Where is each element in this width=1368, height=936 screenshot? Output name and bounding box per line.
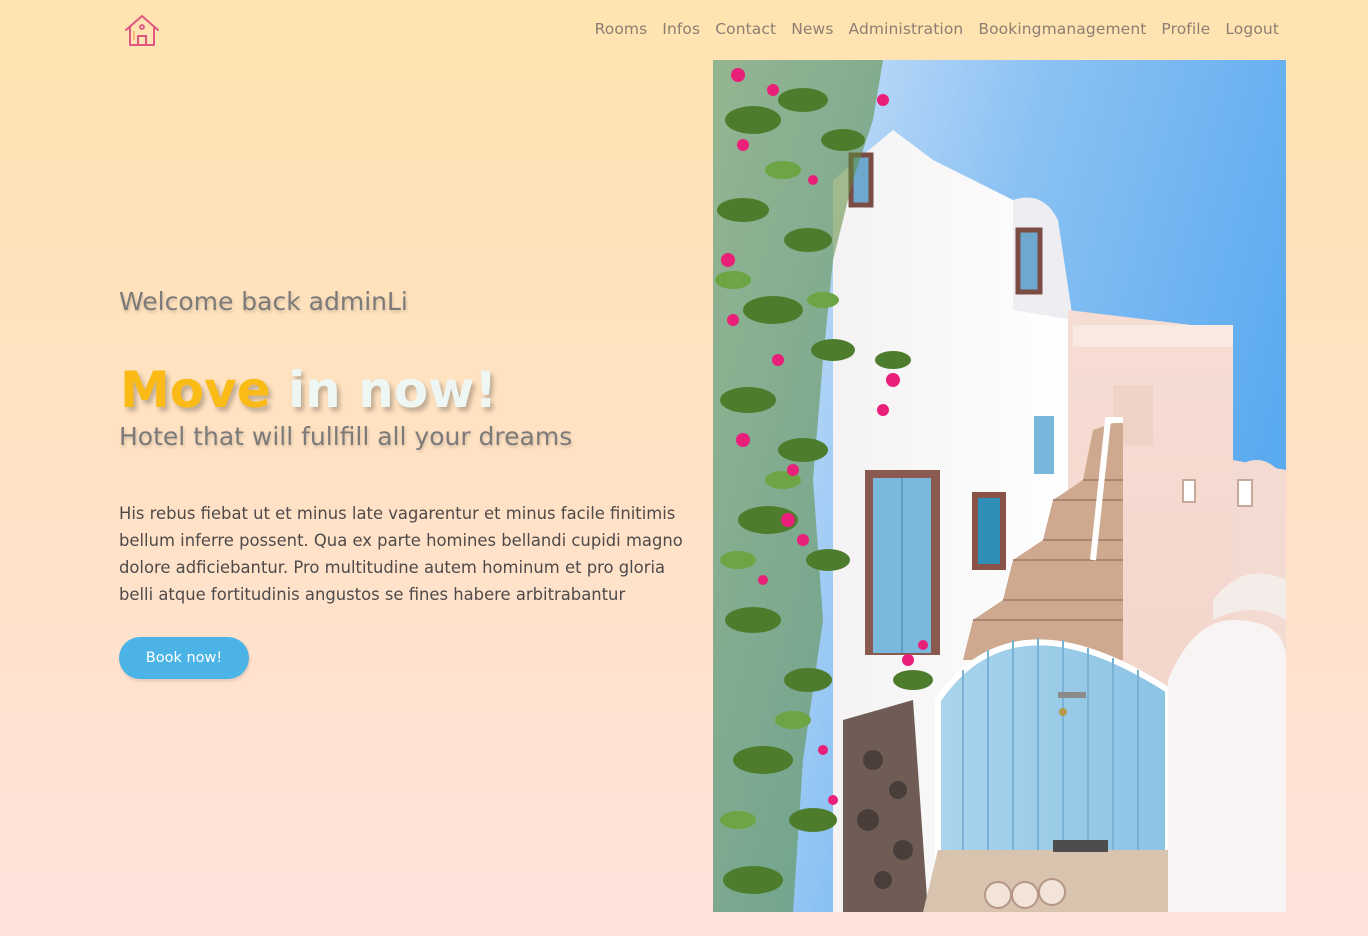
nav-administration[interactable]: Administration [849, 20, 964, 38]
main-nav: Rooms Infos Contact News Administration … [580, 20, 1279, 38]
nav-logout[interactable]: Logout [1225, 20, 1279, 38]
welcome-message: Welcome back adminLi [119, 287, 408, 316]
hero-subtitle: Hotel that will fullfill all your dreams [119, 422, 573, 451]
nav-profile[interactable]: Profile [1161, 20, 1210, 38]
hero-description: His rebus fiebat ut et minus late vagare… [119, 504, 683, 604]
hero-title: Move in now! [120, 356, 497, 424]
nav-contact[interactable]: Contact [715, 20, 776, 38]
hero-title-accent: Move [120, 361, 271, 419]
nav-rooms[interactable]: Rooms [595, 20, 648, 38]
book-now-button[interactable]: Book now! [119, 637, 249, 679]
hero-image [713, 60, 1286, 912]
hero-title-rest: in now! [270, 361, 498, 419]
house-icon[interactable] [123, 13, 161, 47]
nav-news[interactable]: News [791, 20, 833, 38]
nav-bookingmanagement[interactable]: Bookingmanagement [978, 20, 1146, 38]
nav-infos[interactable]: Infos [662, 20, 700, 38]
